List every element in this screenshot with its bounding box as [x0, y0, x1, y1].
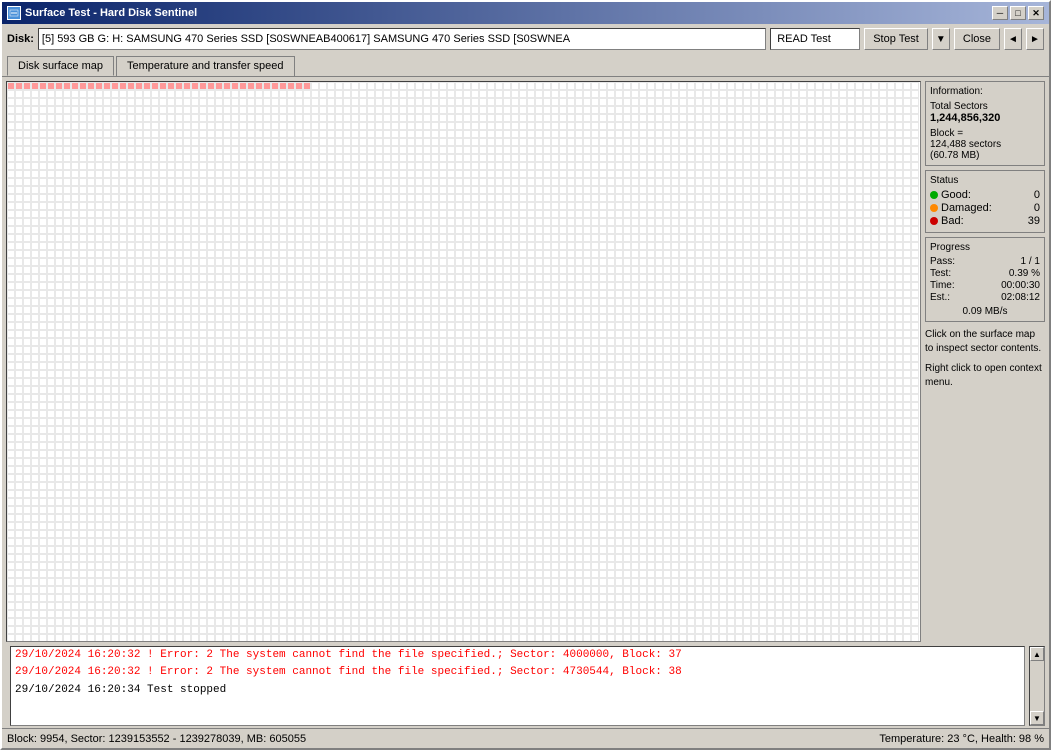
close-window-button[interactable]: ✕ — [1028, 6, 1044, 20]
bad-dot — [930, 217, 938, 225]
good-count: 0 — [1034, 189, 1040, 201]
content-area: Information: Total Sectors 1,244,856,320… — [2, 76, 1049, 646]
good-label: Good: — [941, 189, 971, 201]
disk-label: Disk: — [7, 33, 34, 45]
info-panel: Information: Total Sectors 1,244,856,320… — [925, 81, 1045, 642]
restore-button[interactable]: □ — [1010, 6, 1026, 20]
main-window: Surface Test - Hard Disk Sentinel ─ □ ✕ … — [0, 0, 1051, 750]
nav-left-button[interactable]: ◄ — [1004, 28, 1022, 50]
log-entry: 29/10/2024 16:20:34 Test stopped — [11, 682, 1024, 699]
bad-count: 39 — [1028, 215, 1040, 227]
log-entry: 29/10/2024 16:20:32 ! Error: 2 The syste… — [11, 664, 1024, 681]
speed-value: 0.09 MB/s — [930, 306, 1040, 317]
log-wrapper: 29/10/2024 16:20:32 ! Error: 2 The syste… — [6, 646, 1045, 726]
hint2: Right click to open context menu. — [925, 362, 1045, 390]
bad-status-row: Bad: 39 — [930, 215, 1040, 227]
pass-row: Pass: 1 / 1 — [930, 256, 1040, 267]
stop-test-button[interactable]: Stop Test — [864, 28, 928, 50]
est-label: Est.: — [930, 292, 950, 303]
test-type-display: READ Test — [770, 28, 860, 50]
damaged-label: Damaged: — [941, 202, 992, 214]
surface-map[interactable] — [6, 81, 921, 642]
damaged-dot — [930, 204, 938, 212]
good-status-row: Good: 0 — [930, 189, 1040, 201]
good-dot — [930, 191, 938, 199]
progress-box: Progress Pass: 1 / 1 Test: 0.39 % Time: … — [925, 237, 1045, 322]
total-sectors-value: 1,244,856,320 — [930, 112, 1040, 124]
status-bar-right: Temperature: 23 °C, Health: 98 % — [879, 733, 1044, 745]
test-progress-value: 0.39 % — [1009, 268, 1040, 279]
tabs: Disk surface map Temperature and transfe… — [2, 54, 1049, 76]
scroll-down-button[interactable]: ▼ — [1030, 711, 1044, 725]
block-sectors: 124,488 sectors — [930, 139, 1040, 150]
status-box: Status Good: 0 Damaged: 0 — [925, 170, 1045, 233]
test-progress-label: Test: — [930, 268, 951, 279]
pass-label: Pass: — [930, 256, 955, 267]
log-entry: 29/10/2024 16:20:32 ! Error: 2 The syste… — [11, 647, 1024, 664]
time-row: Time: 00:00:30 — [930, 280, 1040, 291]
test-dropdown-button[interactable]: ▼ — [932, 28, 950, 50]
minimize-button[interactable]: ─ — [992, 6, 1008, 20]
progress-title: Progress — [930, 242, 1040, 253]
block-mb: (60.78 MB) — [930, 150, 1040, 161]
tab-surface-map[interactable]: Disk surface map — [7, 56, 114, 76]
damaged-count: 0 — [1034, 202, 1040, 214]
est-row: Est.: 02:08:12 — [930, 292, 1040, 303]
time-label: Time: — [930, 280, 955, 291]
close-button[interactable]: Close — [954, 28, 1000, 50]
damaged-status-row: Damaged: 0 — [930, 202, 1040, 214]
disk-selector[interactable]: [5] 593 GB G: H: SAMSUNG 470 Series SSD … — [38, 28, 766, 50]
tab-temperature-speed[interactable]: Temperature and transfer speed — [116, 56, 295, 76]
test-row: Test: 0.39 % — [930, 268, 1040, 279]
title-bar: Surface Test - Hard Disk Sentinel ─ □ ✕ — [2, 2, 1049, 24]
log-area[interactable]: 29/10/2024 16:20:32 ! Error: 2 The syste… — [10, 646, 1025, 726]
time-value: 00:00:30 — [1001, 280, 1040, 291]
status-title: Status — [930, 175, 1040, 186]
hint-box: Click on the surface map to inspect sect… — [925, 328, 1045, 390]
status-bar-left: Block: 9954, Sector: 1239153552 - 123927… — [7, 733, 306, 745]
information-title: Information: — [930, 86, 1040, 97]
app-icon — [7, 6, 21, 20]
scroll-up-button[interactable]: ▲ — [1030, 647, 1044, 661]
est-value: 02:08:12 — [1001, 292, 1040, 303]
information-box: Information: Total Sectors 1,244,856,320… — [925, 81, 1045, 166]
nav-right-button[interactable]: ► — [1026, 28, 1044, 50]
bad-label: Bad: — [941, 215, 964, 227]
total-sectors-label: Total Sectors — [930, 101, 1040, 112]
pass-value: 1 / 1 — [1021, 256, 1040, 267]
toolbar: Disk: [5] 593 GB G: H: SAMSUNG 470 Serie… — [2, 24, 1049, 54]
title-bar-left: Surface Test - Hard Disk Sentinel — [7, 6, 197, 20]
window-title: Surface Test - Hard Disk Sentinel — [25, 7, 197, 19]
status-bar: Block: 9954, Sector: 1239153552 - 123927… — [2, 728, 1049, 748]
log-scrollbar[interactable]: ▲ ▼ — [1029, 646, 1045, 726]
block-label: Block = — [930, 128, 1040, 139]
window-controls: ─ □ ✕ — [992, 6, 1044, 20]
hint1: Click on the surface map to inspect sect… — [925, 328, 1045, 356]
